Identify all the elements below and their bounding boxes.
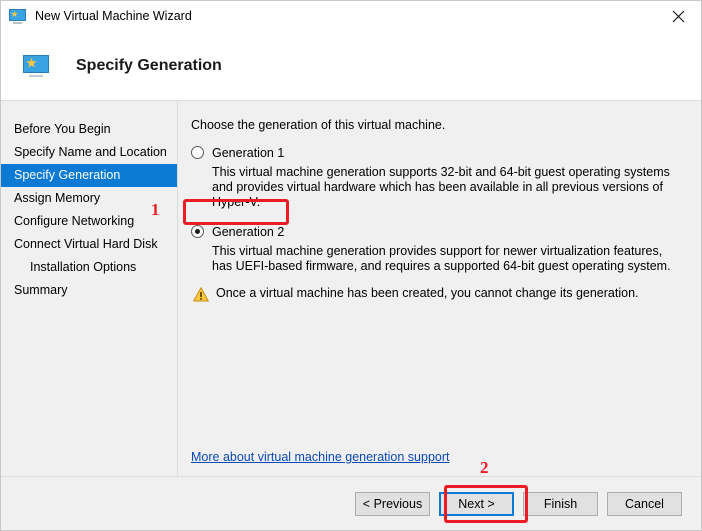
wizard-footer: < Previous Next > Finish Cancel xyxy=(1,476,701,530)
page-title: Specify Generation xyxy=(76,56,222,74)
generation-1-radio-icon[interactable] xyxy=(191,146,204,159)
generation-1-radio-option[interactable]: Generation 1 xyxy=(191,143,685,162)
wizard-content-pane: Choose the generation of this virtual ma… xyxy=(178,101,701,476)
sidebar-item-assign-memory[interactable]: Assign Memory xyxy=(1,187,177,210)
sidebar-item-specify-generation[interactable]: Specify Generation xyxy=(1,164,177,187)
previous-button[interactable]: < Previous xyxy=(355,491,430,516)
generation-warning: Once a virtual machine has been created,… xyxy=(193,286,685,302)
close-icon[interactable] xyxy=(655,1,701,31)
sidebar-item-installation-options[interactable]: Installation Options xyxy=(1,256,177,279)
virtual-machine-monitor-icon xyxy=(23,54,49,77)
wizard-body: Before You Begin Specify Name and Locati… xyxy=(1,101,701,476)
sidebar-item-connect-virtual-hard-disk[interactable]: Connect Virtual Hard Disk xyxy=(1,233,177,256)
generation-2-radio-option[interactable]: Generation 2 xyxy=(191,222,685,241)
warning-triangle-icon xyxy=(193,287,209,302)
page-header: Specify Generation xyxy=(1,31,701,101)
generation-1-description: This virtual machine generation supports… xyxy=(212,165,670,209)
window-title: New Virtual Machine Wizard xyxy=(35,9,192,23)
more-about-generation-support-link[interactable]: More about virtual machine generation su… xyxy=(191,450,449,464)
sidebar-item-before-you-begin[interactable]: Before You Begin xyxy=(1,118,177,141)
sidebar-item-configure-networking[interactable]: Configure Networking xyxy=(1,210,177,233)
wizard-step-list: Before You Begin Specify Name and Locati… xyxy=(1,101,178,476)
instruction-text: Choose the generation of this virtual ma… xyxy=(191,118,446,132)
generation-2-label: Generation 2 xyxy=(212,224,285,239)
new-virtual-machine-wizard-window: New Virtual Machine Wizard Specify Gener… xyxy=(0,0,702,531)
next-button[interactable]: Next > xyxy=(439,491,514,516)
finish-button[interactable]: Finish xyxy=(523,491,598,516)
generation-2-radio-icon[interactable] xyxy=(191,225,204,238)
more-info-link-wrap: More about virtual machine generation su… xyxy=(191,450,449,464)
sidebar-item-summary[interactable]: Summary xyxy=(1,279,177,302)
title-bar: New Virtual Machine Wizard xyxy=(1,1,701,31)
warning-text: Once a virtual machine has been created,… xyxy=(216,286,639,300)
cancel-button[interactable]: Cancel xyxy=(607,491,682,516)
virtual-machine-monitor-icon xyxy=(9,8,26,25)
generation-2-description: This virtual machine generation provides… xyxy=(212,244,671,273)
sidebar-item-specify-name-and-location[interactable]: Specify Name and Location xyxy=(1,141,177,164)
generation-1-label: Generation 1 xyxy=(212,145,285,160)
